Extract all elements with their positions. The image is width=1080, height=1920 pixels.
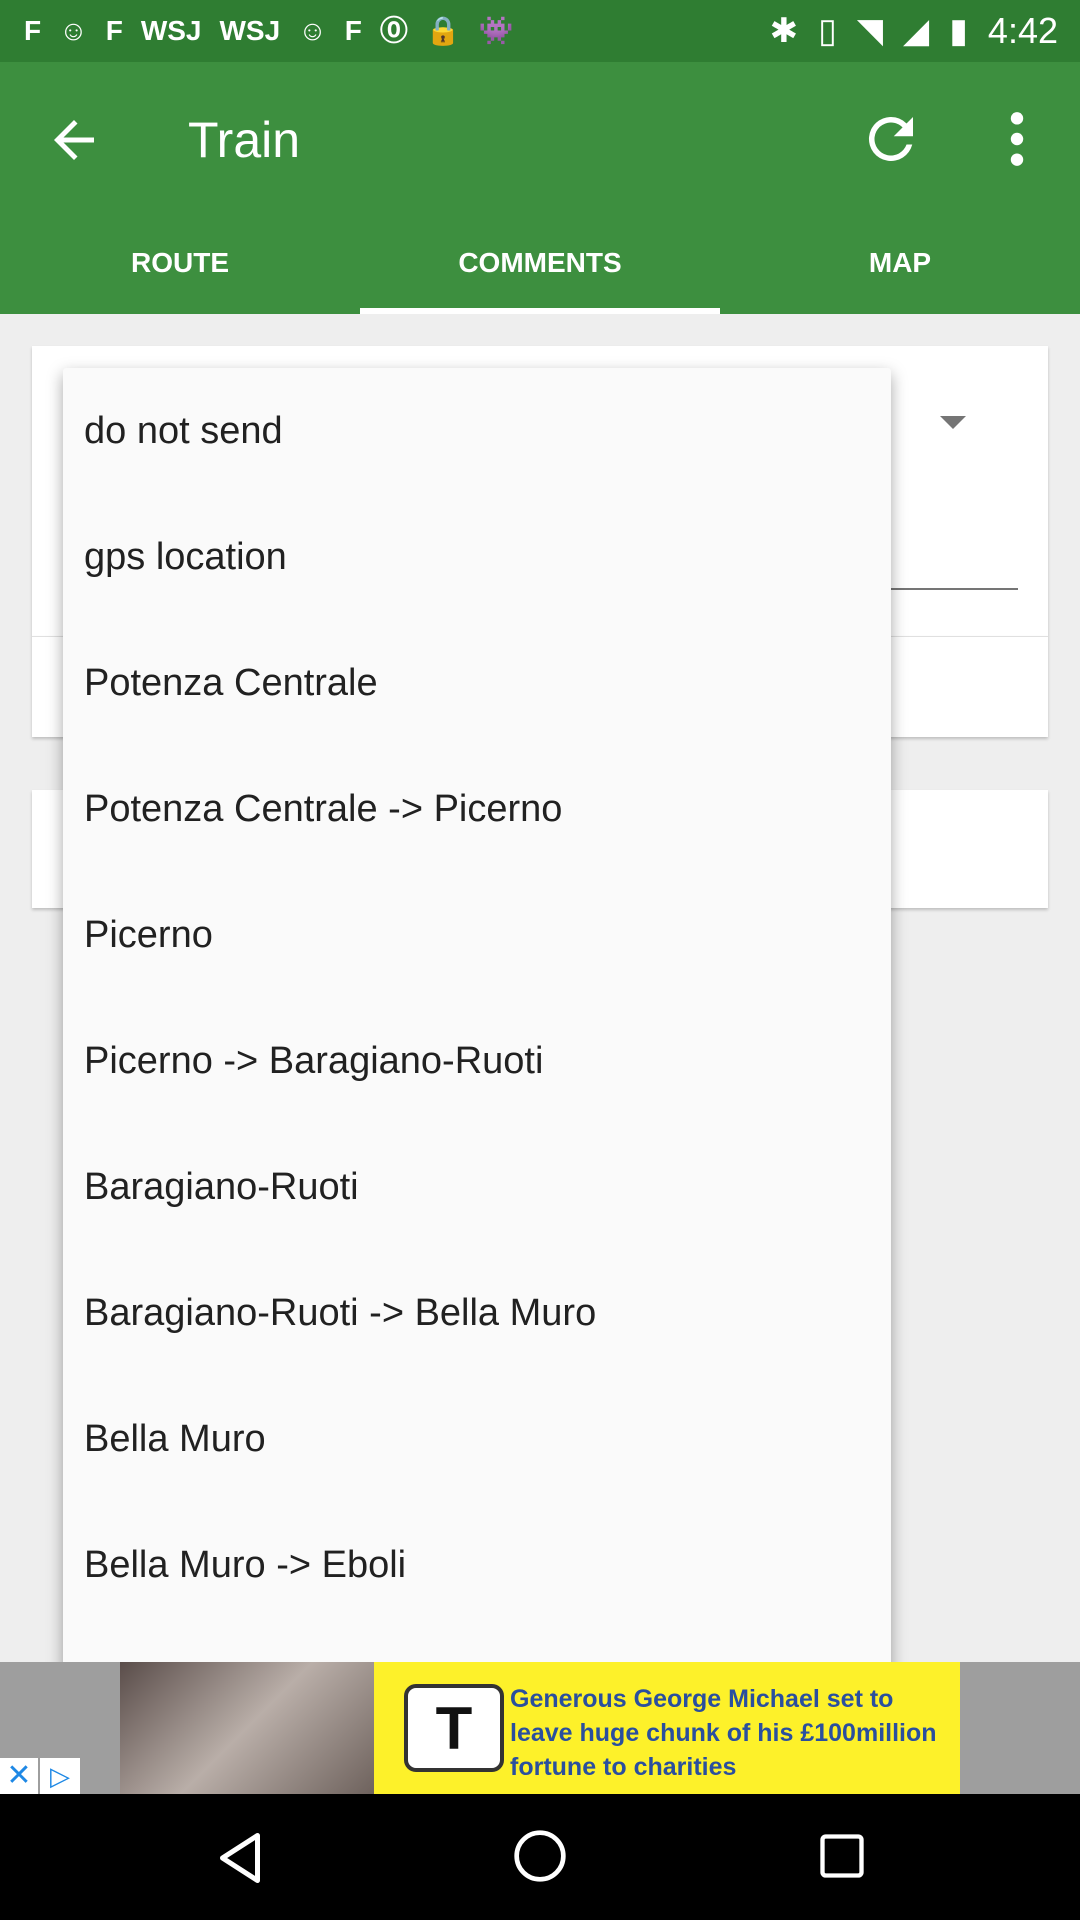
notification-icon: F [24,15,42,46]
ad-headline[interactable]: Generous George Michael set to leave hug… [510,1682,950,1784]
notification-icon: F [344,15,362,46]
notification-icon: WSJ [140,15,202,46]
app-bar: Train ROUTE COMMENTS MAP [0,62,1080,314]
ad-image [120,1662,374,1794]
notification-icon: WSJ [219,15,281,46]
clock: 4:42 [987,10,1058,51]
ad-banner[interactable]: T Generous George Michael set to leave h… [0,1662,1080,1794]
dropdown-option[interactable]: Bella Muro -> Eboli [63,1502,891,1628]
wifi-icon: ◥ [856,12,884,50]
dropdown-option[interactable]: Potenza Centrale -> Picerno [63,746,891,872]
close-icon[interactable]: ✕ [0,1758,38,1794]
notification-icon: ⓪ [379,15,408,46]
tab-map[interactable]: MAP [720,212,1080,314]
notification-icon: F [105,15,123,46]
dropdown-option[interactable]: Baragiano-Ruoti -> Bella Muro [63,1250,891,1376]
vibrate-icon: ▯ [818,12,837,50]
dropdown-option[interactable]: Bella Muro [63,1376,891,1502]
tab-comments[interactable]: COMMENTS [360,212,720,314]
location-dropdown-menu: do not send gps location Potenza Central… [63,368,891,1688]
dropdown-option[interactable]: gps location [63,494,891,620]
more-options-icon[interactable] [1000,108,1034,170]
nav-back-icon[interactable] [210,1828,270,1888]
page-title: Train [188,112,301,168]
tab-bar: ROUTE COMMENTS MAP [0,212,1080,314]
system-status: ✱ ▯ ◥ ◢ ▮ 4:42 [770,10,1058,52]
dropdown-option[interactable]: Picerno [63,872,891,998]
notification-icon: 🔒 [425,15,461,46]
notification-icon: 👾 [478,15,514,46]
tab-route[interactable]: ROUTE [0,212,360,314]
nav-home-icon[interactable] [512,1828,568,1884]
status-bar: F ☺ F WSJ WSJ ☺ F ⓪ 🔒 👾 ✱ ▯ ◥ ◢ ▮ 4:42 [0,0,1080,62]
dropdown-option[interactable]: Picerno -> Baragiano-Ruoti [63,998,891,1124]
notification-icon: ☺ [59,15,88,46]
dropdown-option[interactable]: do not send [63,368,891,494]
nav-recent-apps-icon[interactable] [816,1830,868,1882]
system-nav-bar [0,1794,1080,1920]
back-arrow-icon[interactable] [44,110,104,170]
bluetooth-icon: ✱ [769,12,799,50]
notification-icons: F ☺ F WSJ WSJ ☺ F ⓪ 🔒 👾 [24,10,514,52]
dropdown-option[interactable]: Baragiano-Ruoti [63,1124,891,1250]
ad-logo: T [404,1684,504,1772]
notification-icon: ☺ [298,15,327,46]
signal-icon: ◢ [903,12,930,50]
dropdown-arrow-icon[interactable] [940,416,966,429]
dropdown-option[interactable]: Potenza Centrale [63,620,891,746]
battery-icon: ▮ [949,12,968,50]
refresh-icon[interactable] [858,106,924,172]
adchoices-icon[interactable]: ▷ [40,1758,80,1794]
